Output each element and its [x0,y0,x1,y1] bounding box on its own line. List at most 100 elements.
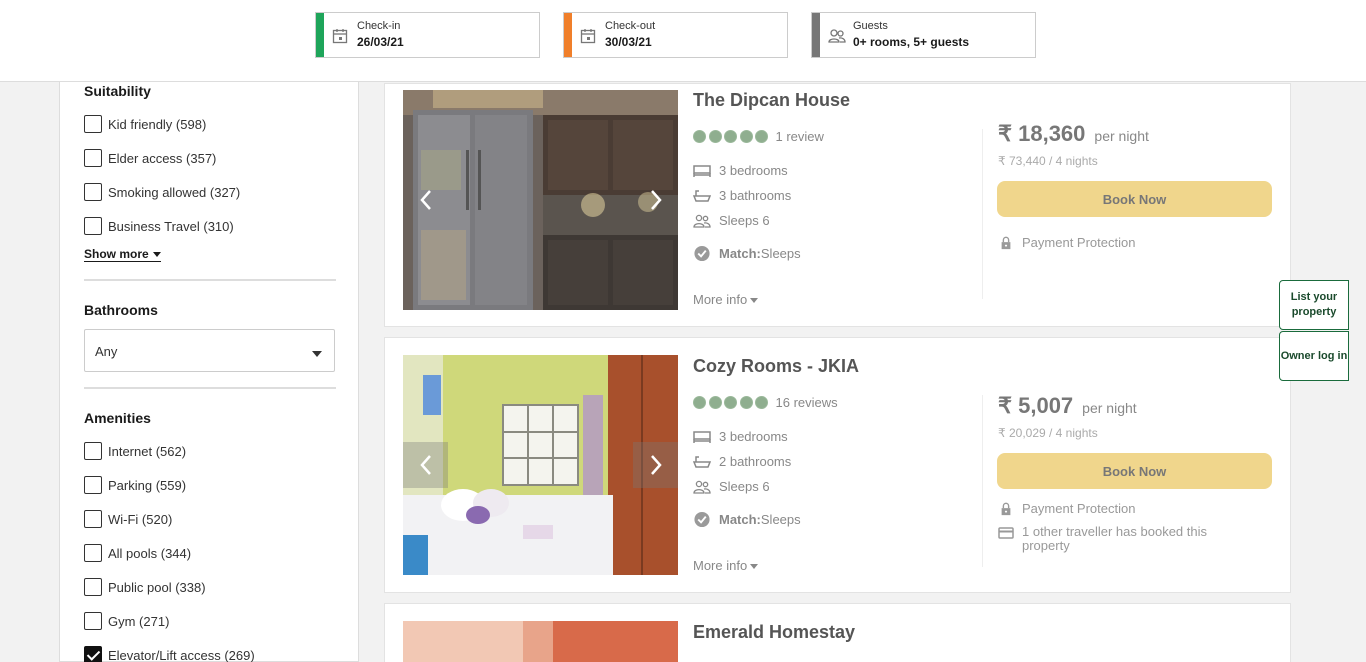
checkbox[interactable] [84,217,102,235]
rating-dots: 1 review [693,129,824,144]
checkbox[interactable] [84,544,102,562]
chevron-right-icon [650,455,662,475]
price: ₹ 5,007 per night [998,393,1137,419]
sleeps-label: Sleeps 6 [719,479,770,494]
divider [982,395,983,567]
checkbox[interactable] [84,115,102,133]
filter-label: Business Travel (310) [108,218,234,234]
show-more-link[interactable]: Show more [84,247,161,262]
caret-down-icon [152,252,161,258]
total-price: ₹ 20,029 / 4 nights [998,426,1098,440]
filter-elevator[interactable]: Elevator/Lift access (269) [84,645,255,662]
listing-title[interactable]: The Dipcan House [693,90,850,111]
listing-photo[interactable] [403,621,678,662]
price: ₹ 18,360 per night [998,121,1149,147]
filter-parking[interactable]: Parking (559) [84,475,186,495]
calendar-icon [332,29,348,44]
book-now-button[interactable]: Book Now [997,181,1272,217]
amenities-title: Amenities [84,410,151,426]
checkin-color-bar [316,13,324,57]
divider [982,129,983,299]
checkbox[interactable] [84,442,102,460]
bedrooms-label: 3 bedrooms [719,429,788,444]
checkout-field[interactable]: Check-out 30/03/21 [563,12,788,58]
rating-dot [724,130,737,143]
lock-icon [1001,502,1011,516]
rating-dot [724,396,737,409]
guests-value: 0+ rooms, 5+ guests [853,35,970,49]
filter-wifi[interactable]: Wi-Fi (520) [84,509,172,529]
checkin-value: 26/03/21 [357,35,404,49]
chevron-left-icon [419,190,431,210]
booking-notice: 1 other traveller has booked this proper… [998,525,1238,553]
guests-field[interactable]: Guests 0+ rooms, 5+ guests [811,12,1036,58]
list-your-property-tab[interactable]: List your property [1279,280,1349,330]
filter-public-pool[interactable]: Public pool (338) [84,577,206,597]
rating-dot [693,130,706,143]
rating-dot [755,396,768,409]
people-icon [693,214,711,228]
listing-card: Cozy Rooms - JKIA 16 reviews 3 bedrooms … [384,337,1291,593]
caret-down-icon [750,564,759,570]
review-count[interactable]: 1 review [776,129,824,144]
filter-all-pools[interactable]: All pools (344) [84,543,191,563]
chevron-right-icon [650,190,662,210]
owner-login-tab[interactable]: Owner log in [1279,331,1349,381]
people-icon [693,480,711,494]
more-info-toggle[interactable]: More info [693,558,759,573]
rating-dot [708,396,722,409]
sleeps-label: Sleeps 6 [719,213,770,228]
filter-sidebar: Suitability Kid friendly (598) Elder acc… [59,82,359,662]
checkin-label: Check-in [357,20,401,32]
guests-color-bar [812,13,820,57]
filter-internet[interactable]: Internet (562) [84,441,186,461]
filter-label: Gym (271) [108,613,170,629]
filter-kid-friendly[interactable]: Kid friendly (598) [84,114,206,134]
more-info-label: More info [693,558,748,573]
checkbox[interactable] [84,612,102,630]
filter-business-travel[interactable]: Business Travel (310) [84,216,234,236]
review-count[interactable]: 16 reviews [776,395,838,410]
filter-smoking-allowed[interactable]: Smoking allowed (327) [84,182,240,202]
filter-label: Elder access (357) [108,150,217,166]
checkbox[interactable] [84,578,102,596]
lock-icon [1001,236,1011,250]
next-photo-button[interactable] [633,442,678,488]
checkin-field[interactable]: Check-in 26/03/21 [315,12,540,58]
checkbox[interactable] [84,476,102,494]
payment-protection: Payment Protection [998,235,1135,250]
perk-label: Payment Protection [1022,501,1136,516]
price-amount: ₹ 18,360 [998,121,1086,146]
bathrooms-feature: 2 bathrooms [693,454,791,469]
rating-dot [739,396,753,409]
listing-photo[interactable] [403,90,678,310]
listing-photo[interactable] [403,355,678,575]
prev-photo-button[interactable] [403,442,448,488]
filter-label: Internet (562) [108,443,187,459]
next-photo-button[interactable] [633,177,678,223]
chevron-down-icon [312,351,322,357]
listing-title[interactable]: Cozy Rooms - JKIA [693,356,859,377]
filter-gym[interactable]: Gym (271) [84,611,169,631]
checkout-value: 30/03/21 [605,35,652,49]
caret-down-icon [750,298,759,304]
listing-title[interactable]: Emerald Homestay [693,622,855,643]
filter-label: Kid friendly (598) [108,116,207,132]
listing-card: The Dipcan House 1 review 3 bedrooms 3 b… [384,83,1291,327]
bed-icon [693,164,711,177]
bathtub-icon [693,455,711,468]
checkbox[interactable] [84,149,102,167]
book-now-button[interactable]: Book Now [997,453,1272,489]
checkbox-checked[interactable] [84,646,102,662]
checkbox[interactable] [84,510,102,528]
prev-photo-button[interactable] [403,177,448,223]
bathrooms-select[interactable]: Any [84,329,335,372]
filter-elder-access[interactable]: Elder access (357) [84,148,216,168]
checkbox[interactable] [84,183,102,201]
checkout-label: Check-out [605,20,656,32]
show-more-label: Show more [84,247,149,261]
match-feature: Match: Sleeps [693,245,801,262]
checkout-color-bar [564,13,572,57]
more-info-toggle[interactable]: More info [693,292,759,307]
match-value: Sleeps [760,512,801,527]
